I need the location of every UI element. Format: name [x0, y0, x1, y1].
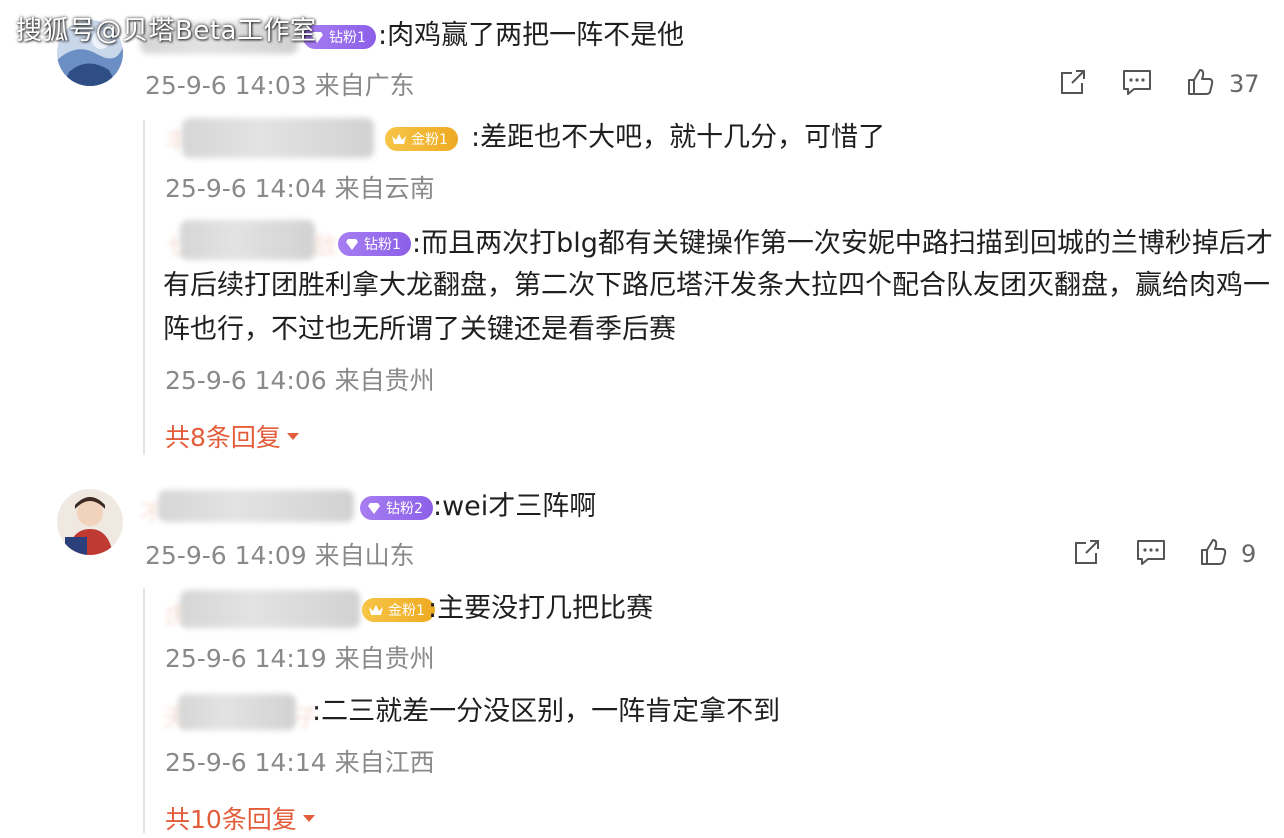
- crown-icon: [367, 601, 385, 619]
- share-icon[interactable]: [1070, 535, 1104, 569]
- crown-icon: [390, 130, 408, 148]
- username-blurred[interactable]: [180, 220, 315, 260]
- comment-icon[interactable]: [1120, 65, 1154, 99]
- reply-text: :主要没打几把比赛: [428, 593, 654, 624]
- reply-meta: 25-9-6 14:19 来自贵州: [165, 644, 435, 673]
- username-blurred[interactable]: [182, 118, 374, 158]
- reply-meta: 25-9-6 14:04 来自云南: [165, 174, 435, 203]
- reply-meta: 25-9-6 14:06 来自贵州: [165, 366, 435, 395]
- fan-badge: 钻粉2: [360, 496, 433, 520]
- like-count: 9: [1241, 540, 1257, 568]
- badge-label: 金粉1: [388, 603, 425, 619]
- comment-text: :肉鸡赢了两把一阵不是他: [378, 20, 685, 51]
- username-blurred[interactable]: [158, 490, 354, 522]
- caret-down-icon: [302, 815, 315, 822]
- like-count: 37: [1229, 70, 1260, 98]
- fan-badge: 金粉1: [385, 127, 458, 151]
- reply-meta: 25-9-6 14:14 来自江西: [165, 748, 435, 777]
- diamond-icon: [343, 235, 361, 253]
- thumbs-up-icon[interactable]: [1183, 65, 1217, 99]
- fan-badge: 金粉1: [362, 598, 435, 622]
- more-replies-label: 共8条回复: [165, 423, 281, 452]
- comment-meta: 25-9-6 14:09 来自山东: [145, 541, 415, 570]
- badge-label: 钻粉1: [364, 237, 401, 253]
- watermark: 搜狐号@贝塔Beta工作室: [16, 16, 317, 46]
- reply-thread-line: [143, 120, 145, 455]
- badge-label: 钻粉1: [329, 30, 366, 46]
- reply-text-line: :而且两次打blg都有关键操作第一次安妮中路扫描到回城的兰博秒掉后才: [412, 228, 1273, 259]
- view-more-replies-link[interactable]: 共8条回复: [165, 418, 301, 454]
- username-blurred[interactable]: [180, 590, 360, 628]
- caret-down-icon: [286, 433, 299, 440]
- reply-text-line: 有后续打团胜利拿大龙翻盘，第二次下路厄塔汗发条大拉四个配合队友团灭翻盘，赢给肉鸡…: [163, 270, 1270, 301]
- reply-text: :二三就差一分没区别，一阵肯定拿不到: [312, 696, 781, 727]
- view-more-replies-link[interactable]: 共10条回复: [165, 800, 317, 836]
- reply-text-line: 阵也行，不过也无所谓了关键还是看季后赛: [163, 314, 676, 345]
- diamond-icon: [365, 499, 383, 517]
- reply-thread-line: [143, 588, 145, 833]
- comment-meta: 25-9-6 14:03 来自广东: [145, 71, 415, 100]
- avatar-image: [57, 489, 123, 555]
- fan-badge: 钻粉1: [338, 232, 411, 256]
- badge-label: 钻粉2: [386, 501, 423, 517]
- badge-label: 金粉1: [411, 132, 448, 148]
- avatar[interactable]: [57, 489, 123, 555]
- username-fragment: 敌: [313, 232, 337, 260]
- reply-text: :差距也不大吧，就十几分，可惜了: [471, 122, 886, 153]
- username-blurred[interactable]: [178, 694, 296, 730]
- comment-text: :wei才三阵啊: [433, 491, 597, 522]
- comment-icon[interactable]: [1134, 535, 1168, 569]
- more-replies-label: 共10条回复: [165, 805, 297, 834]
- share-icon[interactable]: [1056, 65, 1090, 99]
- thumbs-up-icon[interactable]: [1196, 535, 1230, 569]
